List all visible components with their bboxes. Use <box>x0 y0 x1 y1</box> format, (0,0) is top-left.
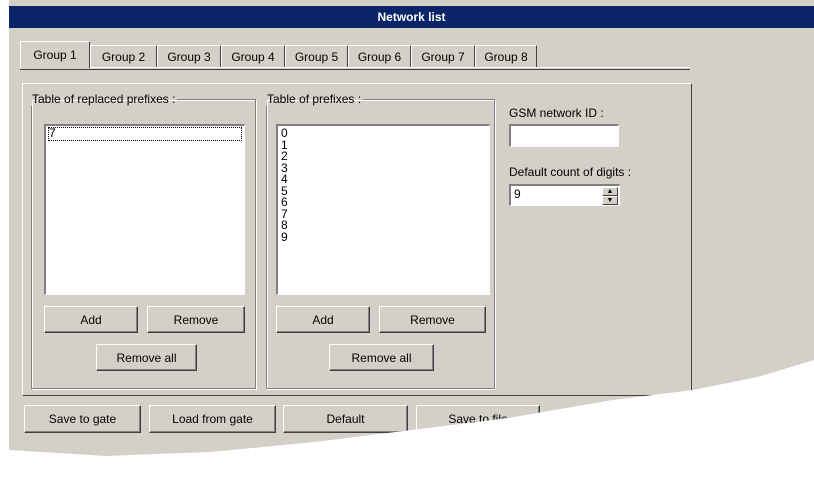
save-to-file-button[interactable]: Save to file <box>416 405 540 433</box>
prefixes-remove-button[interactable]: Remove <box>379 306 486 333</box>
window-title: Network list <box>377 10 446 24</box>
default-digits-label: Default count of digits : <box>509 165 632 179</box>
list-item[interactable]: 6 <box>281 196 486 209</box>
tab-label: Group 4 <box>231 49 275 64</box>
tab-label: Group 7 <box>421 49 465 64</box>
prefixes-list[interactable]: 0123456789 <box>276 124 490 295</box>
tab-strip-divider <box>20 67 690 70</box>
title-bar: Network list <box>9 6 814 28</box>
gsm-network-id-label: GSM network ID : <box>509 106 604 120</box>
replaced-remove-button[interactable]: Remove <box>147 306 245 333</box>
tab-label: Group 6 <box>357 49 402 64</box>
tab-label: Group 8 <box>484 49 528 64</box>
tab-label: Group 5 <box>294 49 339 64</box>
digits-spinner: ▲ ▼ <box>602 187 618 205</box>
tab-group-1[interactable]: Group 1 <box>20 41 90 68</box>
prefixes-remove-all-button[interactable]: Remove all <box>329 344 434 371</box>
tab-group-3[interactable]: Group 3 <box>157 45 221 67</box>
tab-label: Group 2 <box>101 49 146 64</box>
spin-up-icon[interactable]: ▲ <box>602 187 618 196</box>
replaced-prefixes-list[interactable]: 7 <box>44 124 245 295</box>
default-digits-spinbox[interactable]: 9 ▲ ▼ <box>509 184 620 206</box>
list-item[interactable]: 4 <box>281 173 486 186</box>
list-item[interactable]: 1 <box>281 139 486 152</box>
list-item[interactable]: 5 <box>281 185 486 198</box>
prefixes-legend: Table of prefixes : <box>267 92 362 106</box>
tab-label: Group 3 <box>167 49 211 64</box>
tab-group-7[interactable]: Group 7 <box>411 45 475 67</box>
list-item[interactable]: 0 <box>281 127 486 140</box>
spin-down-icon[interactable]: ▼ <box>602 196 618 205</box>
list-item[interactable]: 2 <box>281 150 486 163</box>
tab-group-4[interactable]: Group 4 <box>221 45 285 67</box>
tab-panel: Table of replaced prefixes : 7 Add Remov… <box>22 83 692 396</box>
replaced-prefixes-legend: Table of replaced prefixes : <box>32 92 176 106</box>
tab-group-8[interactable]: Group 8 <box>475 45 537 67</box>
list-item[interactable]: 8 <box>281 219 486 232</box>
replaced-remove-all-button[interactable]: Remove all <box>96 344 197 371</box>
tab-group-6[interactable]: Group 6 <box>348 45 411 67</box>
prefixes-add-button[interactable]: Add <box>276 306 370 333</box>
save-to-gate-button[interactable]: Save to gate <box>24 405 141 433</box>
default-button[interactable]: Default <box>283 405 408 433</box>
tab-group-5[interactable]: Group 5 <box>285 45 348 67</box>
list-item[interactable]: 7 <box>281 208 486 221</box>
network-list-window: Network list Group 1 Group 2 Group 3 Gro… <box>9 0 814 456</box>
list-item[interactable]: 9 <box>281 231 486 244</box>
load-from-gate-button[interactable]: Load from gate <box>149 405 276 433</box>
list-item[interactable]: 7 <box>48 127 242 141</box>
tab-group-2[interactable]: Group 2 <box>90 45 157 67</box>
gsm-network-id-input[interactable] <box>509 124 619 147</box>
list-item[interactable]: 3 <box>281 162 486 175</box>
default-digits-value: 9 <box>514 187 521 201</box>
tab-label: Group 1 <box>33 48 77 62</box>
replaced-add-button[interactable]: Add <box>44 306 138 333</box>
